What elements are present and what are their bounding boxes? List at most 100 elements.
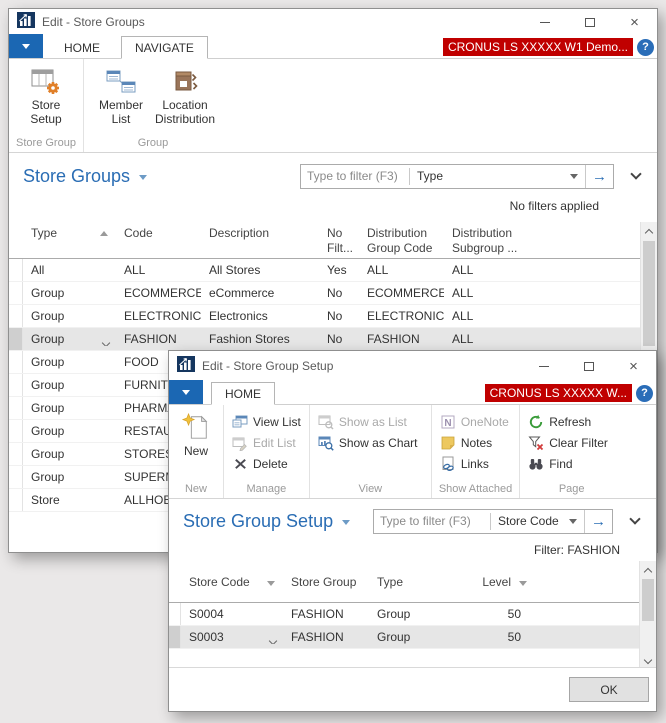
ribbon-group-new: New New [169, 405, 223, 498]
store-setup-button[interactable]: Store Setup [14, 62, 78, 127]
scrollbar-thumb[interactable] [643, 241, 655, 346]
filter-field-value: Type [417, 169, 443, 183]
chevron-down-icon [182, 390, 190, 395]
apply-filter-button[interactable]: → [585, 165, 613, 188]
maximize-button[interactable] [566, 354, 611, 378]
edit-list-icon [232, 435, 248, 451]
maximize-button[interactable] [567, 10, 612, 34]
column-header-description[interactable]: Description [201, 226, 319, 258]
application-menu-button[interactable] [169, 380, 203, 404]
table-body: S0004FASHIONGroup50 S0003FASHIONGroup50 [169, 603, 656, 649]
filter-field-dropdown[interactable]: Store Code [491, 514, 584, 528]
table-row-selected[interactable]: GroupFASHIONFashion StoresNoFASHIONALL [9, 328, 657, 351]
page-caption[interactable]: Store Groups [23, 166, 147, 187]
column-header-type[interactable]: Type [23, 226, 116, 258]
scrollbar-thumb[interactable] [642, 579, 654, 621]
chevron-down-icon [569, 519, 577, 524]
column-header-code[interactable]: Code [116, 226, 201, 258]
view-list-icon [232, 414, 248, 430]
member-list-icon [106, 67, 136, 95]
view-list-button[interactable]: View List [229, 411, 304, 432]
chevron-down-icon[interactable] [102, 339, 110, 346]
tab-row: HOME CRONUS LS XXXXX W... ? [169, 381, 656, 405]
page-caption-text: Store Groups [23, 166, 130, 187]
table-row[interactable]: GroupECOMMERCEeCommerceNoECOMMERCEALL [9, 282, 657, 305]
close-icon: × [629, 359, 638, 374]
scroll-up-button[interactable] [641, 223, 657, 239]
show-as-chart-button[interactable]: Show as Chart [315, 432, 426, 453]
collapse-chevron-button[interactable] [627, 174, 645, 178]
refresh-button[interactable]: Refresh [525, 411, 618, 432]
apply-filter-button[interactable]: → [584, 510, 612, 533]
chevron-down-icon [22, 44, 30, 49]
chevron-up-icon [644, 568, 652, 576]
edit-list-button: Edit List [229, 432, 304, 453]
member-list-label-1: Member [99, 98, 143, 112]
table-row-selected[interactable]: S0003FASHIONGroup50 [169, 626, 656, 649]
column-header-store-code[interactable]: Store Code [181, 575, 283, 590]
location-distribution-button[interactable]: Location Distribution [153, 62, 217, 127]
page-caption[interactable]: Store Group Setup [183, 511, 350, 532]
nav-logo-icon [17, 12, 35, 33]
help-icon[interactable]: ? [637, 39, 654, 56]
column-header-distribution-group-code[interactable]: DistributionGroup Code [359, 226, 444, 258]
filter-status: Filter: FASHION [169, 543, 656, 561]
application-menu-button[interactable] [9, 34, 43, 58]
tab-home[interactable]: HOME [51, 37, 113, 58]
column-header-type[interactable]: Type [369, 575, 469, 590]
delete-button[interactable]: Delete [229, 453, 304, 474]
filter-field-dropdown[interactable]: Type [410, 169, 585, 183]
new-label: New [184, 444, 208, 458]
chevron-down-icon [570, 174, 578, 179]
notes-button[interactable]: Notes [437, 432, 514, 453]
nav-logo-icon [177, 356, 195, 377]
chevron-down-icon [630, 168, 641, 179]
location-distribution-icon [170, 67, 200, 95]
svg-text:N: N [444, 418, 451, 429]
filter-input[interactable] [301, 166, 409, 187]
collapse-chevron-button[interactable] [626, 519, 644, 523]
close-button[interactable]: × [612, 10, 657, 34]
minimize-button[interactable] [521, 354, 566, 378]
scroll-up-button[interactable] [640, 562, 656, 578]
find-button[interactable]: Find [525, 453, 618, 474]
chevron-down-icon[interactable] [269, 637, 277, 644]
refresh-icon [528, 414, 544, 430]
titlebar[interactable]: Edit - Store Group Setup × [169, 351, 656, 381]
ok-button[interactable]: OK [569, 677, 649, 702]
onenote-button: N OneNote [437, 411, 514, 432]
minimize-button[interactable] [522, 10, 567, 34]
page-caption-text: Store Group Setup [183, 511, 333, 532]
ribbon-group-label-page: Page [525, 482, 618, 498]
table-row[interactable]: GroupELECTRONICElectronicsNoELECTRONICAL… [9, 305, 657, 328]
member-list-button[interactable]: Member List [89, 62, 153, 127]
titlebar[interactable]: Edit - Store Groups × [9, 9, 657, 35]
store-setup-icon [31, 67, 61, 95]
window-store-group-setup: Edit - Store Group Setup × HOME CRONUS L… [168, 350, 657, 712]
clear-filter-button[interactable]: Clear Filter [525, 432, 618, 453]
column-header-no-filter[interactable]: NoFilt... [319, 226, 359, 258]
filter-input[interactable] [374, 511, 490, 532]
column-header-level[interactable]: Level [469, 575, 535, 590]
tab-home[interactable]: HOME [211, 382, 275, 405]
chevron-down-icon [342, 520, 350, 525]
links-button[interactable]: Links [437, 453, 514, 474]
table-row[interactable]: AllALLAll StoresYesALLALL [9, 259, 657, 282]
chevron-down-icon [644, 655, 652, 663]
column-header-distribution-subgroup[interactable]: DistributionSubgroup ... [444, 226, 539, 258]
ribbon-group-label-manage: Manage [229, 482, 304, 498]
vertical-scrollbar[interactable] [639, 561, 656, 670]
tab-navigate[interactable]: NAVIGATE [121, 36, 208, 59]
table-row[interactable]: S0004FASHIONGroup50 [169, 603, 656, 626]
show-as-list-button: Show as List [315, 411, 426, 432]
column-header-store-group[interactable]: Store Group [283, 575, 369, 590]
links-icon [440, 456, 456, 472]
help-icon[interactable]: ? [636, 385, 653, 402]
chevron-up-icon [645, 229, 653, 237]
filter-box: Store Code → [373, 509, 613, 534]
ribbon-group-view: Show as List Show as Chart View [309, 405, 431, 498]
new-button[interactable]: New [174, 408, 218, 458]
close-button[interactable]: × [611, 354, 656, 378]
sort-descending-icon [519, 581, 527, 586]
show-as-list-icon [318, 414, 334, 430]
